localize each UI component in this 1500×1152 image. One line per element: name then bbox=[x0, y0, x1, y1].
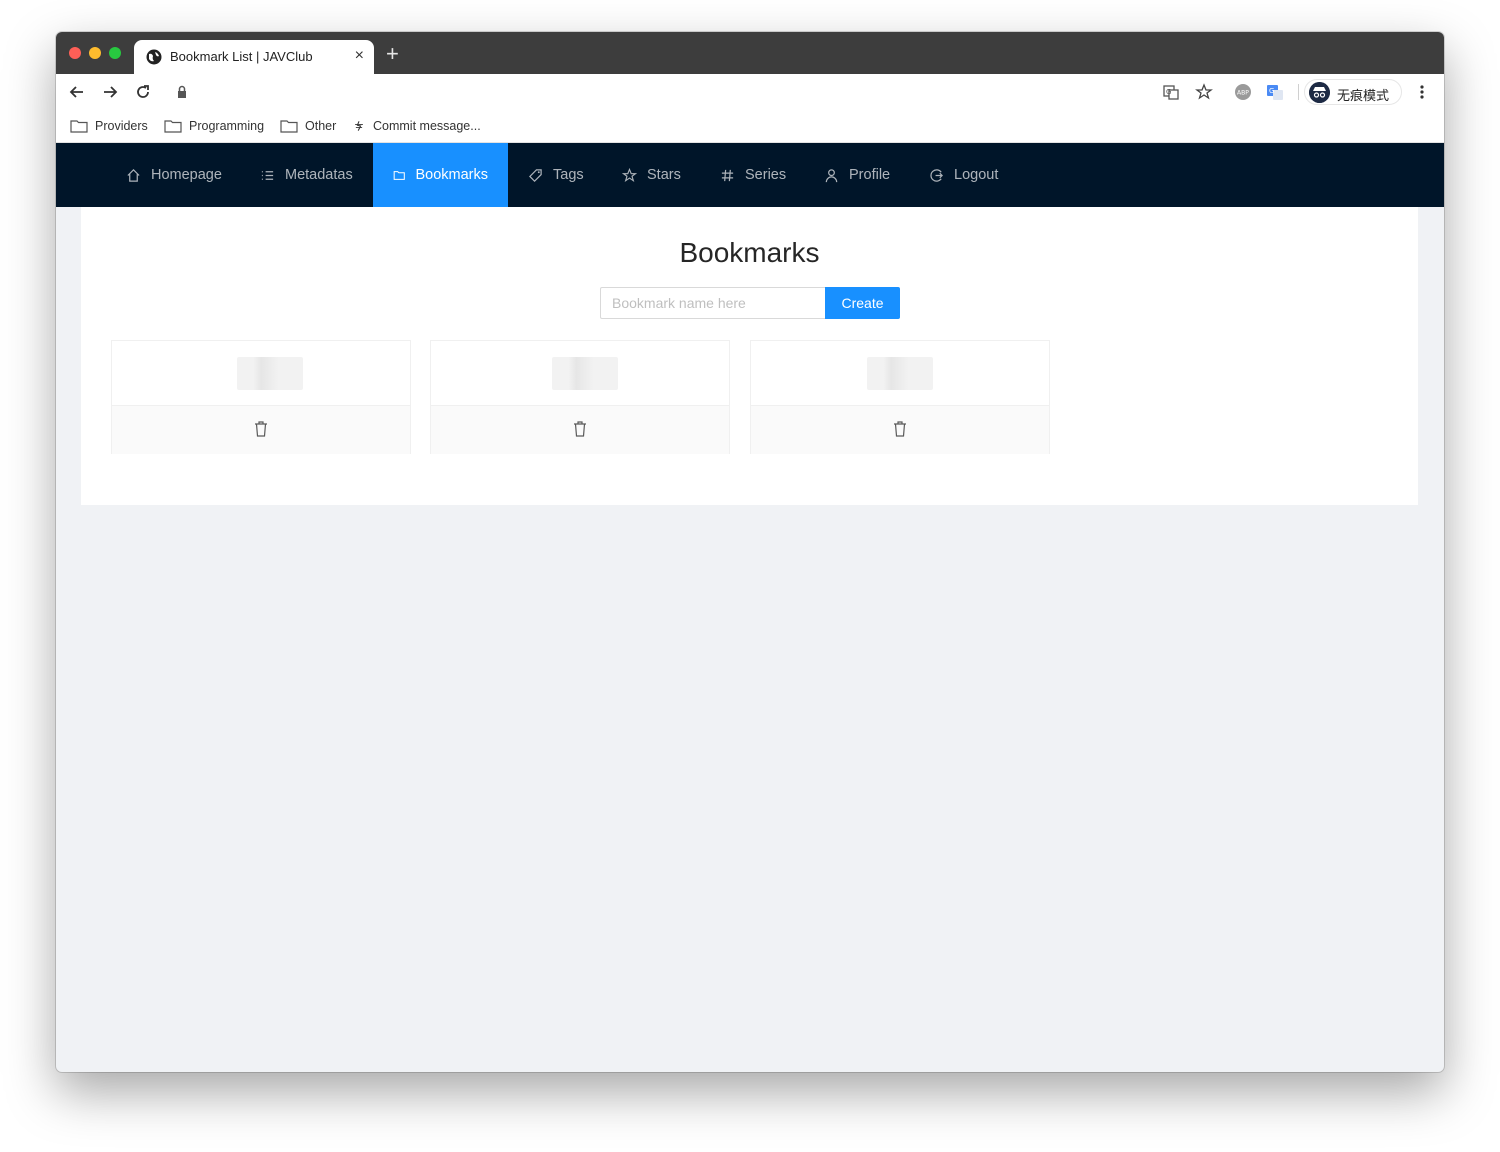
nav-item-homepage[interactable]: Homepage bbox=[106, 143, 242, 207]
home-icon bbox=[127, 168, 140, 182]
nav-item-label: Profile bbox=[849, 167, 891, 183]
nav-item-label: Tags bbox=[553, 167, 584, 183]
translate-page-icon[interactable]: G bbox=[1161, 82, 1181, 102]
folder-icon bbox=[280, 120, 298, 133]
nav-item-metadatas[interactable]: Metadatas bbox=[240, 143, 373, 207]
loading-skeleton bbox=[867, 357, 933, 390]
star-icon bbox=[622, 167, 637, 182]
lock-icon[interactable] bbox=[172, 82, 192, 102]
folder-icon bbox=[164, 120, 182, 133]
maximize-window-button[interactable] bbox=[109, 47, 121, 59]
svg-text:G: G bbox=[1269, 87, 1274, 95]
tab-strip: Bookmark List | JAVClub × + bbox=[56, 32, 1444, 74]
back-icon[interactable] bbox=[67, 82, 87, 102]
tab-title: Bookmark List | JAVClub bbox=[170, 49, 313, 64]
bookmark-card-body bbox=[751, 341, 1049, 406]
google-translate-extension-icon[interactable]: G bbox=[1265, 82, 1285, 102]
bookmark-label: Providers bbox=[95, 119, 148, 133]
bookmark-card-actions bbox=[431, 406, 729, 454]
nav-item-label: Stars bbox=[647, 167, 681, 183]
bookmark-commit-message[interactable]: Commit message... bbox=[352, 117, 481, 135]
bookmark-card[interactable] bbox=[111, 340, 411, 454]
bookmark-name-input[interactable] bbox=[600, 287, 825, 319]
nav-item-logout[interactable]: Logout bbox=[909, 143, 1018, 207]
nav-item-profile[interactable]: Profile bbox=[804, 143, 910, 207]
browser-menu-icon[interactable] bbox=[1412, 82, 1432, 102]
bookmark-folder-other[interactable]: Other bbox=[280, 117, 336, 135]
folder-icon bbox=[70, 120, 88, 133]
bookmark-label: Commit message... bbox=[373, 119, 481, 133]
minimize-window-button[interactable] bbox=[89, 47, 101, 59]
loading-skeleton bbox=[552, 357, 618, 390]
app-nav-menu: Homepage Metadatas Bookmarks Tags Stars … bbox=[56, 143, 1444, 207]
list-icon bbox=[261, 170, 274, 180]
globe-favicon-icon bbox=[146, 49, 162, 65]
nav-item-tags[interactable]: Tags bbox=[508, 143, 604, 207]
nav-item-label: Bookmarks bbox=[415, 167, 488, 183]
delete-icon[interactable] bbox=[892, 420, 908, 438]
hash-icon bbox=[721, 169, 734, 181]
loading-skeleton bbox=[237, 357, 303, 390]
delete-icon[interactable] bbox=[253, 420, 269, 438]
nav-item-label: Homepage bbox=[151, 167, 222, 183]
tag-icon bbox=[529, 168, 542, 182]
bookmark-card-body bbox=[112, 341, 410, 406]
bookmarks-bar: Providers Programming Other Commit messa… bbox=[56, 110, 1444, 143]
user-icon bbox=[825, 168, 838, 182]
delete-icon[interactable] bbox=[572, 420, 588, 438]
bookmark-card[interactable] bbox=[750, 340, 1050, 454]
content-panel: Bookmarks Create bbox=[81, 207, 1418, 505]
nav-item-series[interactable]: Series bbox=[700, 143, 806, 207]
incognito-profile-button[interactable]: 无痕模式 bbox=[1304, 79, 1402, 105]
nav-item-label: Metadatas bbox=[285, 167, 353, 183]
browser-window: Bookmark List | JAVClub × + G ABP G 无痕模式… bbox=[56, 32, 1444, 1072]
create-button[interactable]: Create bbox=[825, 287, 900, 319]
toolbar-separator bbox=[1298, 84, 1299, 100]
svg-text:ABP: ABP bbox=[1237, 90, 1249, 97]
bookmark-card-actions bbox=[112, 406, 410, 454]
close-window-button[interactable] bbox=[69, 47, 81, 59]
nav-item-stars[interactable]: Stars bbox=[602, 143, 701, 207]
reload-icon[interactable] bbox=[133, 82, 153, 102]
bookmark-label: Programming bbox=[189, 119, 265, 133]
nav-item-label: Logout bbox=[954, 167, 999, 183]
folder-icon bbox=[393, 170, 405, 180]
bookmark-label: Other bbox=[305, 119, 337, 133]
browser-toolbar: G ABP G 无痕模式 bbox=[56, 74, 1444, 110]
page-title: Bookmarks bbox=[679, 237, 820, 268]
adblock-extension-icon[interactable]: ABP bbox=[1233, 82, 1253, 102]
bookmark-folder-providers[interactable]: Providers bbox=[70, 117, 148, 135]
bookmark-card-body bbox=[431, 341, 729, 406]
svg-text:G: G bbox=[1166, 88, 1171, 96]
incognito-icon bbox=[1309, 82, 1330, 103]
new-tab-button[interactable]: + bbox=[386, 43, 399, 65]
bookmark-card-actions bbox=[751, 406, 1049, 454]
tab-close-button[interactable]: × bbox=[355, 47, 364, 65]
logout-icon bbox=[930, 168, 943, 182]
nav-item-label: Series bbox=[745, 167, 787, 183]
browser-tab[interactable]: Bookmark List | JAVClub × bbox=[134, 40, 374, 74]
profile-label: 无痕模式 bbox=[1337, 88, 1390, 103]
forward-icon[interactable] bbox=[100, 82, 120, 102]
bookmark-star-icon[interactable] bbox=[1194, 82, 1214, 102]
commit-message-favicon-icon bbox=[355, 121, 363, 131]
bookmark-card[interactable] bbox=[430, 340, 730, 454]
bookmark-folder-programming[interactable]: Programming bbox=[164, 117, 264, 135]
nav-item-bookmarks[interactable]: Bookmarks bbox=[373, 143, 508, 207]
